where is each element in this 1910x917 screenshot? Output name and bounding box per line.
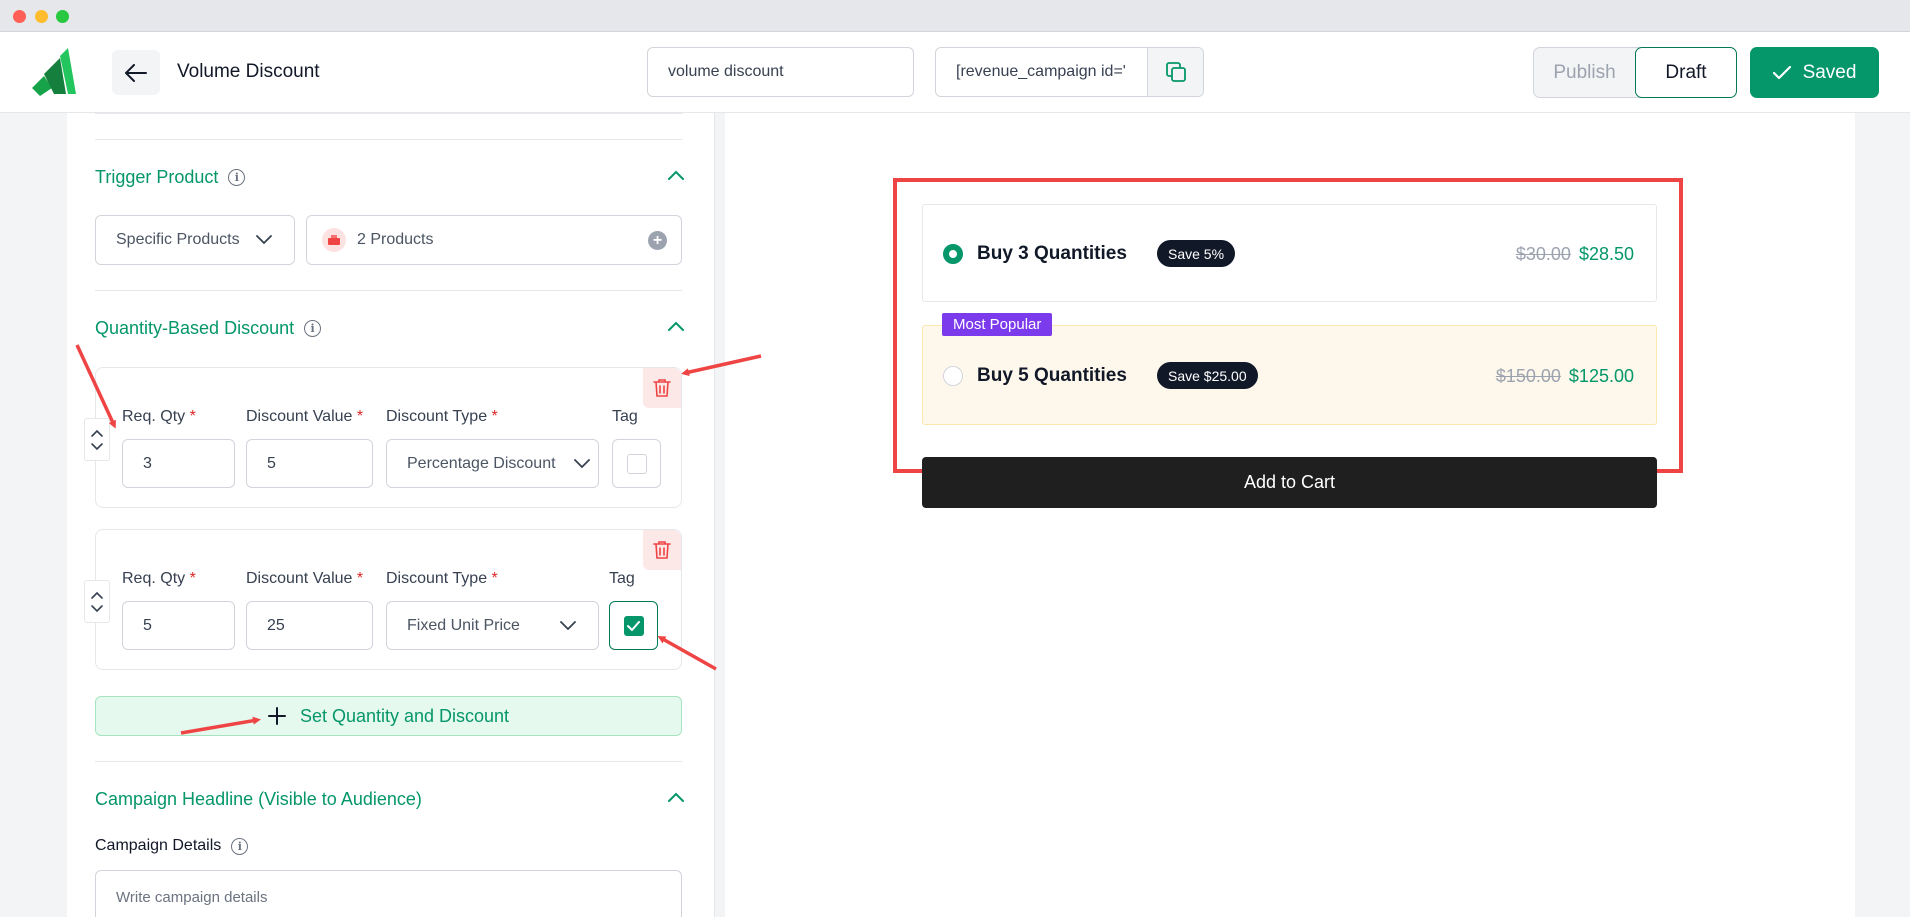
old-price: $30.00 [1515, 244, 1571, 264]
add-tier-button[interactable]: Set Quantity and Discount [95, 696, 682, 736]
brand-logo-icon [32, 48, 76, 96]
quantity-discount-header[interactable]: Quantity-Based Discount i [95, 318, 322, 339]
product-thumbnail-icon [322, 228, 346, 252]
old-price: $150.00 [1495, 366, 1561, 386]
saved-button[interactable]: Saved [1750, 47, 1879, 98]
discount-tier-card: Req. Qty * Discount Value * Discount Typ… [84, 367, 682, 508]
tag-label: Tag [609, 570, 635, 587]
req-qty-label: Req. Qty * [122, 408, 196, 425]
drag-handle[interactable] [84, 418, 110, 461]
req-qty-input[interactable]: 3 [122, 439, 235, 488]
section-title: Quantity-Based Discount [95, 318, 295, 338]
discount-type-value: Percentage Discount [407, 454, 556, 472]
arrow-left-icon [125, 63, 147, 82]
minimize-window-dot[interactable] [35, 10, 48, 23]
product-scope-select[interactable]: Specific Products [95, 215, 295, 265]
checkbox-box [623, 615, 644, 636]
discount-type-value: Fixed Unit Price [407, 616, 520, 634]
product-scope-value: Specific Products [116, 231, 240, 248]
save-badge: Save $25.00 [1157, 362, 1258, 389]
chevron-down-icon [574, 458, 590, 468]
divider [95, 139, 682, 140]
close-window-dot[interactable] [13, 10, 26, 23]
discount-value-input[interactable]: 5 [246, 439, 373, 488]
check-icon [627, 620, 640, 631]
copy-shortcode-button[interactable] [1147, 48, 1203, 96]
checkbox-box [626, 453, 647, 474]
info-icon: i [228, 169, 246, 186]
radio-selected[interactable] [943, 244, 963, 264]
shortcode-field[interactable]: [revenue_campaign id=' [935, 47, 1204, 97]
discount-type-label: Discount Type * [386, 408, 498, 425]
maximize-window-dot[interactable] [56, 10, 69, 23]
chevron-up-icon[interactable] [668, 792, 684, 802]
campaign-details-textarea[interactable]: Write campaign details [95, 870, 682, 917]
campaign-preview: Buy 3 Quantities Save 5% $30.00 $28.50 M… [725, 113, 1855, 917]
plus-icon [267, 707, 286, 725]
trigger-product-header[interactable]: Trigger Product i [95, 167, 246, 188]
window-titlebar [0, 0, 1910, 32]
divider [95, 290, 682, 291]
trash-icon [653, 541, 671, 559]
products-count-label: 2 Products [357, 231, 434, 248]
chevron-down-icon [256, 235, 272, 245]
status-toggle: Publish Draft [1533, 47, 1737, 98]
info-icon: i [304, 320, 322, 337]
app-header: Volume Discount [revenue_campaign id=' P… [0, 32, 1910, 113]
publish-button[interactable]: Publish [1534, 48, 1635, 97]
section-title: Campaign Headline (Visible to Audience) [95, 789, 422, 809]
section-title: Trigger Product [95, 167, 219, 187]
add-product-icon[interactable]: + [648, 231, 667, 250]
campaign-headline-header[interactable]: Campaign Headline (Visible to Audience) [95, 789, 422, 810]
chevron-up-icon[interactable] [668, 321, 684, 331]
discount-value-label: Discount Value * [246, 570, 364, 587]
copy-icon [1165, 62, 1186, 82]
selected-products-field[interactable]: 2 Products + [306, 215, 682, 265]
chevron-down-icon [560, 620, 576, 630]
discount-type-select[interactable]: Percentage Discount [386, 439, 599, 488]
new-price: $28.50 [1578, 244, 1634, 264]
check-icon [1772, 65, 1791, 79]
page-title: Volume Discount [177, 61, 320, 82]
divider [95, 761, 682, 762]
delete-tier-button[interactable] [643, 368, 681, 408]
trash-icon [653, 379, 671, 397]
campaign-name-input[interactable] [647, 47, 914, 97]
tag-label: Tag [612, 408, 638, 425]
campaign-details-label: Campaign Details i [95, 837, 249, 855]
offer-title: Buy 5 Quantities [977, 365, 1127, 386]
discount-type-label: Discount Type * [386, 570, 498, 587]
reorder-arrows-icon [91, 591, 103, 612]
discount-tier-card: Req. Qty * Discount Value * Discount Typ… [84, 529, 682, 670]
new-price: $125.00 [1568, 366, 1634, 386]
offer-option[interactable]: Buy 3 Quantities Save 5% $30.00 $28.50 [922, 204, 1657, 302]
save-badge: Save 5% [1157, 240, 1236, 267]
req-qty-input[interactable]: 5 [122, 601, 235, 650]
saved-label: Saved [1802, 61, 1857, 83]
shortcode-text: [revenue_campaign id=' [956, 63, 1126, 80]
tag-checkbox[interactable] [609, 601, 658, 650]
offer-option[interactable]: Most Popular Buy 5 Quantities Save $25.0… [922, 313, 1657, 425]
discount-value-input[interactable]: 25 [246, 601, 373, 650]
divider [95, 113, 682, 114]
radio-unselected[interactable] [943, 366, 963, 386]
add-to-cart-button[interactable]: Add to Cart [922, 457, 1657, 508]
delete-tier-button[interactable] [643, 530, 681, 570]
settings-panel: Trigger Product i Specific Products 2 Pr… [67, 113, 715, 917]
add-tier-label: Set Quantity and Discount [299, 705, 510, 726]
discount-type-select[interactable]: Fixed Unit Price [386, 601, 599, 650]
drag-handle[interactable] [84, 580, 110, 623]
info-icon: i [231, 837, 249, 855]
draft-button[interactable]: Draft [1635, 47, 1737, 98]
req-qty-label: Req. Qty * [122, 570, 196, 587]
offer-title: Buy 3 Quantities [977, 243, 1127, 264]
chevron-up-icon[interactable] [668, 170, 684, 180]
most-popular-ribbon: Most Popular [942, 313, 1053, 336]
reorder-arrows-icon [91, 429, 103, 450]
tag-checkbox[interactable] [612, 439, 661, 488]
discount-value-label: Discount Value * [246, 408, 364, 425]
offer-price: $150.00 $125.00 [1496, 366, 1634, 387]
back-button[interactable] [112, 50, 160, 95]
offer-price: $30.00 $28.50 [1516, 244, 1634, 265]
